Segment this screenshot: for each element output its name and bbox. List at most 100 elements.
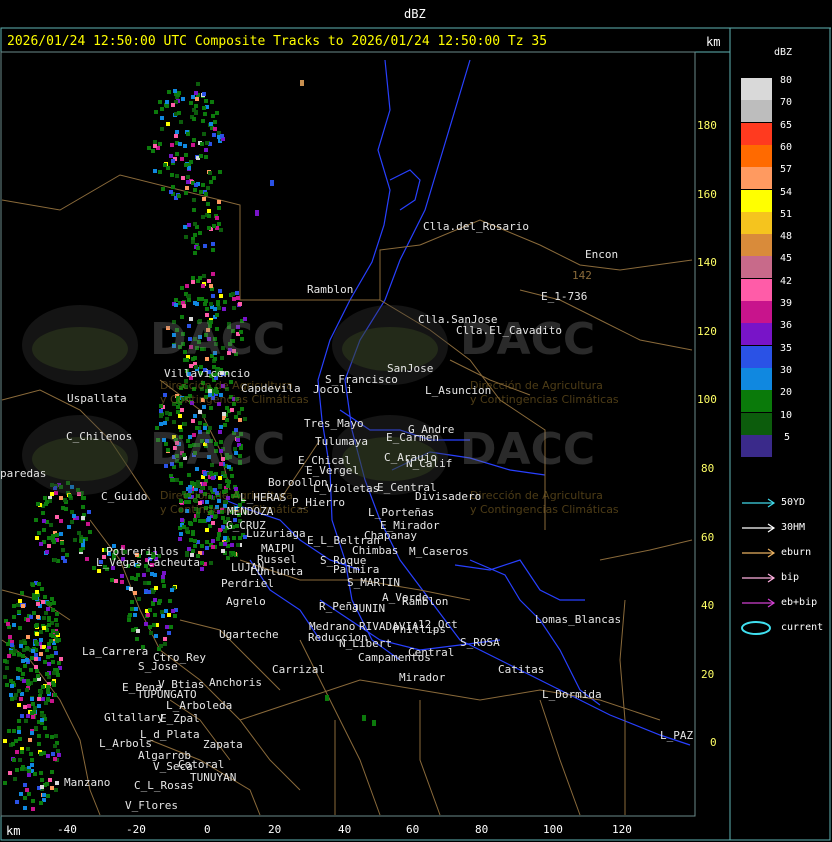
legend-swatch xyxy=(741,234,772,257)
legend-track-label: 50YD xyxy=(781,497,806,508)
header-title: dBZ xyxy=(404,7,426,21)
legend-swatch xyxy=(741,390,772,413)
legend-level-label: 65 xyxy=(780,119,793,131)
legend-level-label: 57 xyxy=(780,164,793,176)
place-label: E_Mirador xyxy=(380,519,440,532)
place-label: paredas xyxy=(0,467,47,480)
legend-level-label: 36 xyxy=(780,320,793,332)
watermark-brand: DACC xyxy=(460,424,596,475)
plot-title: 2026/01/24 12:50:00 UTC Composite Tracks… xyxy=(7,34,548,49)
place-label: S_MARTIN xyxy=(347,576,400,589)
place-label: Villavicencio xyxy=(164,367,251,380)
y-tick-label: 120 xyxy=(697,324,717,338)
place-label: Central xyxy=(408,646,455,659)
place-label: S_Jose xyxy=(138,660,178,673)
place-label: E_1-736 xyxy=(541,290,588,303)
place-label: La_Carrera xyxy=(82,645,149,658)
place-label: Zapata xyxy=(203,738,243,751)
place-label: L_Asuncion xyxy=(425,384,492,397)
place-label: E_Zpal xyxy=(160,712,200,725)
track-arrow-icon xyxy=(742,598,776,608)
place-label: Ramblon xyxy=(307,283,354,296)
legend-swatch xyxy=(741,301,772,323)
place-label: Clla.El_Cavadito xyxy=(456,324,562,337)
legend-level-label: 39 xyxy=(780,298,793,309)
unit-bottom: km xyxy=(6,824,21,838)
place-label: L_Arbols xyxy=(99,737,152,750)
y-tick-label: 40 xyxy=(701,599,715,613)
place-label: 142 xyxy=(572,269,592,282)
legend-level-label: 51 xyxy=(780,208,793,220)
place-label: V_Flores xyxy=(125,799,178,812)
legend-level-label: 48 xyxy=(780,231,793,243)
place-label: TUNUYAN xyxy=(190,771,237,784)
x-tick-label: 0 xyxy=(204,823,211,836)
x-tick-label: -20 xyxy=(126,823,146,836)
legend-level-label: 70 xyxy=(780,97,793,109)
legend-swatch xyxy=(741,122,772,145)
place-label: JUNIN xyxy=(352,602,386,615)
place-label: C_L_Rosas xyxy=(134,779,194,792)
legend-swatch xyxy=(741,412,772,435)
y-tick-label: 160 xyxy=(697,187,717,201)
place-label: Mirador xyxy=(399,671,446,684)
place-label: SanJose xyxy=(387,362,434,375)
y-tick-label: 100 xyxy=(697,393,717,407)
x-tick-label: 60 xyxy=(406,823,420,836)
legend-title: dBZ xyxy=(774,47,793,58)
place-label: Cacheuta xyxy=(147,556,200,569)
place-label: Gltallary xyxy=(104,711,164,724)
x-tick-label: 120 xyxy=(612,823,632,836)
legend-track-label: current xyxy=(781,622,824,633)
legend-swatch xyxy=(741,189,772,212)
legend-swatch xyxy=(741,256,772,279)
place-label: L_Violetas xyxy=(313,482,380,495)
place-label: L_Vegas xyxy=(96,556,143,569)
place-label: N_Calif xyxy=(406,457,453,470)
x-tick-label: 40 xyxy=(338,823,352,836)
place-label: Lunlunta xyxy=(250,565,303,578)
legend-track-label: bip xyxy=(781,572,800,583)
track-arrow-icon xyxy=(742,573,776,583)
track-arrow-icon xyxy=(742,523,776,533)
y-tick-label: 180 xyxy=(697,119,717,132)
legend-swatch xyxy=(741,78,772,100)
place-label: Capdevila xyxy=(241,382,301,395)
legend-swatch xyxy=(741,278,772,301)
legend-swatch xyxy=(741,367,772,390)
legend-swatch xyxy=(741,144,772,167)
place-label: Agrelo xyxy=(226,595,266,608)
legend-level-label: 42 xyxy=(780,275,793,287)
place-label: Encon xyxy=(585,248,619,261)
place-label: L_Arboleda xyxy=(166,699,233,712)
place-label: Tres_Mayo xyxy=(304,417,364,430)
legend-level-label: 10 xyxy=(780,409,793,421)
y-tick-label: 0 xyxy=(710,736,717,750)
x-tick-label: 80 xyxy=(475,823,489,836)
place-label: Catitas xyxy=(498,663,545,676)
legend-level-label: 60 xyxy=(780,141,793,153)
place-label: Clla.del_Rosario xyxy=(423,220,529,233)
place-label: 12_Oct xyxy=(418,618,458,631)
x-tick-label: -40 xyxy=(57,823,77,836)
place-label: L_HERAS xyxy=(240,491,287,504)
legend-track-label: eburn xyxy=(781,547,812,558)
place-label: C_Guido xyxy=(101,490,148,503)
legend-level-label: 80 xyxy=(780,75,793,86)
place-label: Jocoli xyxy=(313,383,353,396)
place-label: N_Libert xyxy=(339,637,392,650)
watermark-brand: DACC xyxy=(150,424,286,475)
watermark-brand: DACC xyxy=(150,314,286,365)
legend-swatch xyxy=(741,323,772,346)
place-label: Uspallata xyxy=(67,392,127,405)
place-label: S_ROSA xyxy=(460,636,500,649)
watermark-line2: y Contingencias Climáticas xyxy=(470,503,619,516)
x-tick-label: 20 xyxy=(268,823,282,836)
y-tick-label: 20 xyxy=(701,667,715,681)
place-label: Cotoral xyxy=(178,758,225,771)
watermark-line2: y Contingencias Climáticas xyxy=(470,393,619,406)
watermark-line1: Dirección de Agricultura xyxy=(470,489,603,502)
place-label: Ugarteche xyxy=(219,628,279,641)
place-label: MENDOZA xyxy=(227,505,274,518)
legend-swatch xyxy=(741,211,772,234)
